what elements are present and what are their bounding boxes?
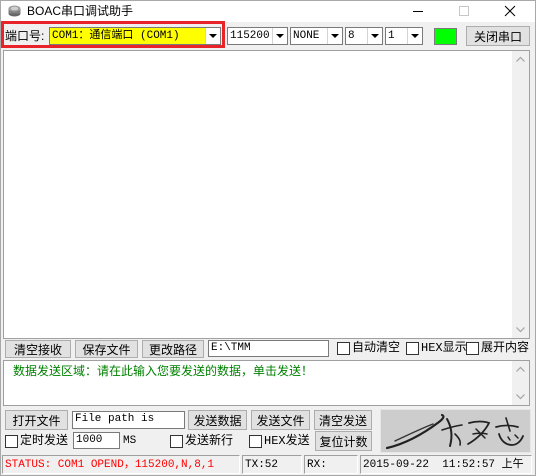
datetime-panel: 2015-09-22 11:52:57 上午 [360, 455, 532, 474]
open-file-button[interactable]: 打开文件 [5, 410, 68, 430]
minimize-button[interactable] [395, 0, 441, 22]
parity-select[interactable]: NONE [290, 27, 343, 45]
parity-value: NONE [293, 30, 320, 42]
hex-display-checkbox[interactable]: HEX显示 [406, 340, 467, 357]
tx-count-panel: TX:52 [242, 455, 302, 474]
port-status-indicator [434, 28, 457, 45]
send-data-button[interactable]: 发送数据 [188, 410, 247, 430]
auto-clear-label: 自动清空 [352, 341, 401, 355]
timed-send-checkbox[interactable]: 定时发送 [5, 433, 71, 450]
window-title: BOAC串口调试助手 [27, 4, 134, 18]
send-textarea[interactable]: 数据发送区域：请在此输入您要发送的数据，单击发送！ [3, 360, 530, 406]
change-path-button[interactable]: 更改路径 [142, 340, 204, 358]
scroll-down-icon[interactable] [512, 321, 529, 338]
tx-count-text: TX:52 [245, 459, 279, 471]
hex-display-label: HEX显示 [421, 341, 467, 355]
app-icon[interactable] [7, 4, 22, 18]
hex-send-label: HEX发送 [264, 434, 310, 448]
rx-count-text: RX: [307, 459, 327, 471]
reset-count-button[interactable]: 复位计数 [315, 431, 372, 451]
hex-display-checkbox-box[interactable] [406, 342, 419, 355]
interval-input[interactable]: 1000 [73, 432, 120, 449]
send-newline-label: 发送新行 [185, 434, 234, 448]
save-path-input[interactable]: E:\TMM [208, 340, 329, 357]
scroll-down-icon[interactable] [512, 388, 529, 405]
hex-send-checkbox-box[interactable] [249, 435, 262, 448]
data-bits-select[interactable]: 8 [345, 27, 383, 45]
send-hint-text: 数据发送区域：请在此输入您要发送的数据，单击发送！ [13, 364, 314, 378]
send-scrollbar[interactable] [512, 361, 529, 405]
close-port-button[interactable]: 关闭串口 [466, 26, 530, 46]
receive-textarea[interactable] [3, 50, 530, 339]
title-bar[interactable]: BOAC串口调试助手 [0, 0, 536, 22]
timed-send-label: 定时发送 [20, 434, 69, 448]
send-newline-checkbox[interactable]: 发送新行 [170, 433, 237, 450]
hex-send-checkbox[interactable]: HEX发送 [249, 433, 312, 450]
file-path-input[interactable]: File path is [72, 411, 185, 429]
rx-count-panel: RX: [304, 455, 358, 474]
stop-bits-select[interactable]: 1 [385, 27, 423, 45]
status-panel: STATUS: COM1 OPEND，115200,N,8,1 [2, 455, 240, 474]
send-newline-checkbox-box[interactable] [170, 435, 183, 448]
expand-content-checkbox-box[interactable] [466, 342, 479, 355]
clear-send-button[interactable]: 清空发送 [314, 410, 372, 430]
port-select[interactable]: COM1：通信端口 (COM1) [49, 27, 221, 45]
chevron-down-icon[interactable] [407, 28, 422, 44]
port-select-value: COM1：通信端口 (COM1) [52, 30, 180, 42]
expand-content-label: 展开内容 [481, 341, 530, 355]
interval-unit-label: MS [123, 435, 137, 447]
scroll-up-icon[interactable] [512, 51, 529, 68]
close-button[interactable] [487, 0, 533, 22]
connection-status-text: STATUS: COM1 OPEND，115200,N,8,1 [5, 459, 215, 471]
clear-receive-button[interactable]: 清空接收 [5, 340, 71, 358]
maximize-button [441, 0, 487, 22]
stop-bits-value: 1 [388, 30, 395, 42]
expand-content-checkbox[interactable]: 展开内容 [466, 340, 532, 357]
signature-logo [380, 409, 531, 453]
chevron-down-icon[interactable] [327, 28, 342, 44]
auto-clear-checkbox[interactable]: 自动清空 [337, 340, 403, 357]
send-file-button[interactable]: 发送文件 [251, 410, 310, 430]
data-bits-value: 8 [348, 30, 355, 42]
chevron-down-icon[interactable] [367, 28, 382, 44]
port-label: 端口号: [5, 29, 45, 43]
scroll-up-icon[interactable] [512, 361, 529, 378]
save-file-button[interactable]: 保存文件 [75, 340, 138, 358]
baud-rate-select[interactable]: 115200 [227, 27, 288, 45]
chevron-down-icon[interactable] [272, 28, 287, 44]
timed-send-checkbox-box[interactable] [5, 435, 18, 448]
auto-clear-checkbox-box[interactable] [337, 342, 350, 355]
baud-rate-value: 115200 [230, 30, 270, 42]
datetime-text: 2015-09-22 11:52:57 上午 [363, 459, 524, 471]
receive-scrollbar[interactable] [512, 51, 529, 338]
chevron-down-icon[interactable] [205, 28, 220, 44]
